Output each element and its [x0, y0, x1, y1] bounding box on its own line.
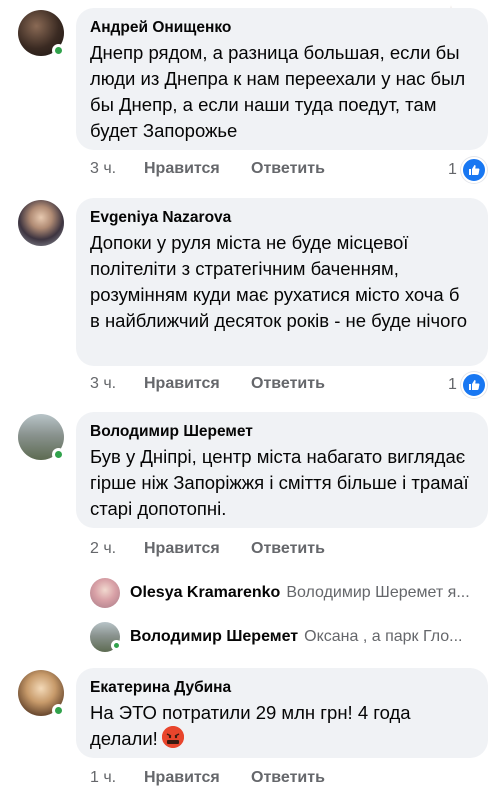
comment-text-content: На ЭТО потратили 29 млн грн! 4 года дела…	[90, 702, 411, 749]
reply-button[interactable]: Ответить	[251, 540, 325, 558]
comment-actions: 1 ч. Нравится Ответить	[90, 769, 325, 787]
like-button[interactable]: Нравится	[144, 540, 251, 558]
reply-button[interactable]: Ответить	[251, 375, 325, 393]
comment-bubble: Екатерина Дубина На ЭТО потратили 29 млн…	[76, 668, 488, 758]
avatar[interactable]	[18, 200, 64, 246]
reply-preview[interactable]: Olesya Kramarenko Володимир Шеремет я...	[90, 578, 490, 608]
reply-button[interactable]: Ответить	[251, 769, 325, 787]
comment-text: На ЭТО потратили 29 млн грн! 4 года дела…	[90, 700, 474, 752]
comment-author[interactable]: Андрей Онищенко	[90, 18, 474, 38]
comment-actions: 2 ч. Нравится Ответить	[90, 540, 325, 558]
reply-text: Володимир Шеремет я...	[286, 584, 470, 601]
online-status-icon	[52, 448, 65, 461]
reaction-count[interactable]: 1	[448, 372, 487, 398]
thumbs-up-icon	[460, 372, 487, 398]
comment-bubble: Володимир Шеремет Був у Дніпрі, центр мі…	[76, 412, 488, 528]
comment-bubble: Evgeniya Nazarova Допоки у руля міста не…	[76, 198, 488, 366]
reaction-count-value: 1	[448, 161, 457, 178]
comment-time[interactable]: 3 ч.	[90, 375, 144, 393]
comment-bubble: Андрей Онищенко Днепр рядом, а разница б…	[76, 8, 488, 150]
like-button[interactable]: Нравится	[144, 375, 251, 393]
comment-time[interactable]: 3 ч.	[90, 160, 144, 178]
comment-text: Допоки у руля міста не буде місцевої пол…	[90, 232, 468, 331]
comment-actions: 3 ч. Нравится Ответить	[90, 160, 325, 178]
avatar[interactable]	[90, 578, 120, 608]
comment-time[interactable]: 2 ч.	[90, 540, 144, 558]
reply-preview[interactable]: Володимир Шеремет Оксана , а парк Гло...	[90, 622, 490, 652]
comment-text: Був у Дніпрі, центр міста набагато вигля…	[90, 446, 469, 519]
like-button[interactable]: Нравится	[144, 160, 251, 178]
thumbs-up-icon	[460, 157, 487, 183]
online-status-icon	[52, 44, 65, 57]
reply-button[interactable]: Ответить	[251, 160, 325, 178]
angry-face-emoji-icon	[161, 726, 184, 748]
comment-author[interactable]: Володимир Шеремет	[90, 422, 474, 442]
online-status-icon	[52, 704, 65, 717]
reply-author[interactable]: Olesya Kramarenko	[130, 584, 280, 602]
comment-text: Днепр рядом, а разница большая, если бы …	[90, 42, 466, 141]
online-status-icon	[111, 640, 122, 651]
comment-time[interactable]: 1 ч.	[90, 769, 144, 787]
reaction-count[interactable]: 1	[448, 157, 487, 183]
reply-text: Оксана , а парк Гло...	[304, 628, 463, 645]
comment-author[interactable]: Evgeniya Nazarova	[90, 208, 474, 228]
like-button[interactable]: Нравится	[144, 769, 251, 787]
comment-author[interactable]: Екатерина Дубина	[90, 678, 474, 698]
comment-actions: 3 ч. Нравится Ответить	[90, 375, 325, 393]
reaction-count-value: 1	[448, 376, 457, 393]
reply-author[interactable]: Володимир Шеремет	[130, 628, 298, 646]
